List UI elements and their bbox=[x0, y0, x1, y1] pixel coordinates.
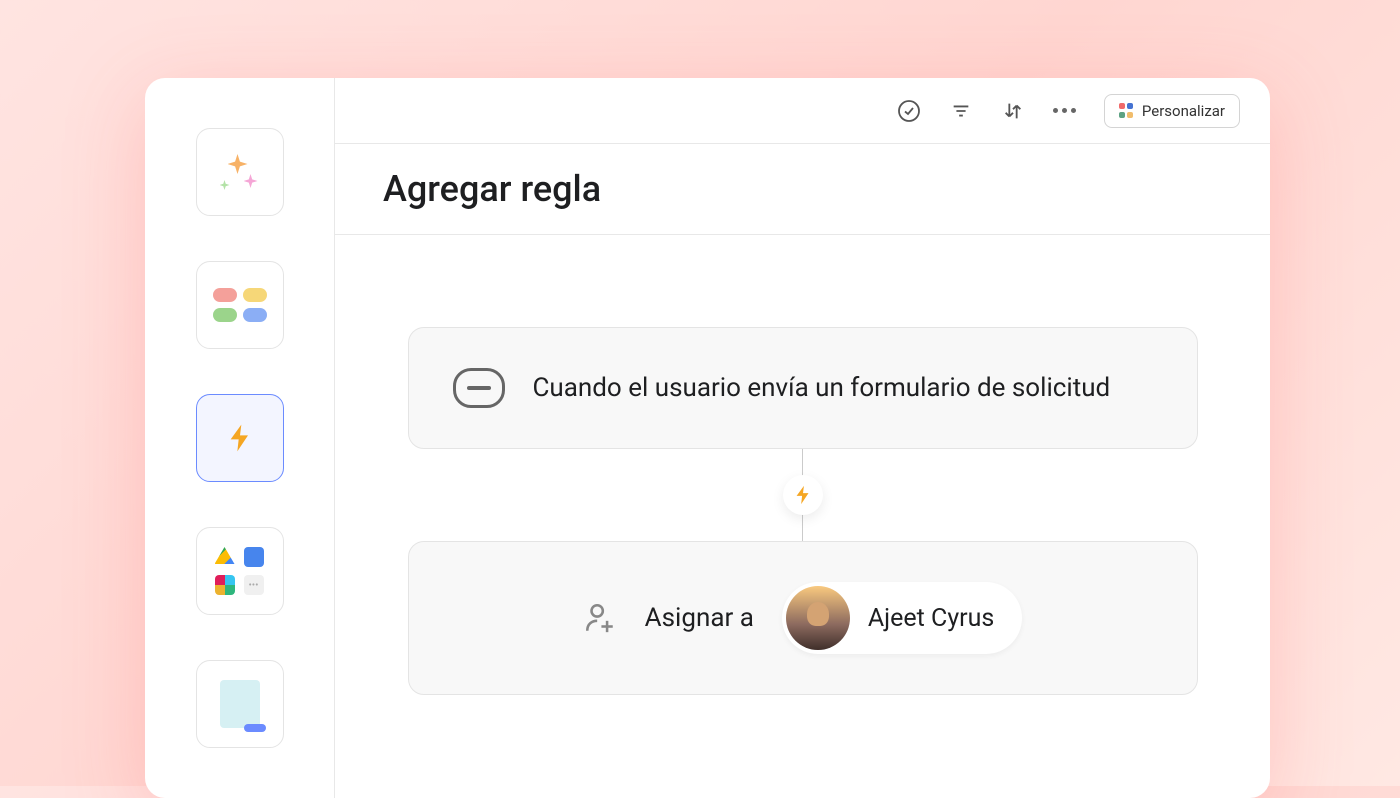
assignee-chip[interactable]: Ajeet Cyrus bbox=[782, 582, 1022, 654]
sidebar-item-templates[interactable] bbox=[196, 660, 284, 748]
rule-canvas: Cuando el usuario envía un formulario de… bbox=[335, 235, 1270, 798]
more-options-icon[interactable] bbox=[1052, 98, 1078, 124]
document-icon bbox=[220, 680, 260, 728]
form-icon bbox=[453, 368, 505, 408]
customize-label: Personalizar bbox=[1142, 102, 1225, 120]
left-sidebar: ••• bbox=[145, 78, 335, 798]
page-header: Agregar regla bbox=[335, 144, 1270, 235]
trigger-card[interactable]: Cuando el usuario envía un formulario de… bbox=[408, 327, 1198, 449]
sidebar-item-rules[interactable] bbox=[196, 394, 284, 482]
connector bbox=[802, 449, 803, 541]
top-toolbar: Personalizar bbox=[335, 78, 1270, 144]
sparkles-icon bbox=[218, 150, 262, 194]
sidebar-item-ai[interactable] bbox=[196, 128, 284, 216]
check-circle-icon[interactable] bbox=[896, 98, 922, 124]
assign-person-icon bbox=[583, 601, 617, 635]
main-panel: Personalizar Agregar regla Cuando el usu… bbox=[335, 78, 1270, 798]
bolt-icon bbox=[224, 422, 256, 454]
assignee-name: Ajeet Cyrus bbox=[868, 604, 994, 633]
connector-bolt-icon bbox=[783, 475, 823, 515]
page-title: Agregar regla bbox=[383, 168, 1222, 210]
sidebar-item-fields[interactable] bbox=[196, 261, 284, 349]
filter-lines-icon[interactable] bbox=[948, 98, 974, 124]
customize-button[interactable]: Personalizar bbox=[1104, 94, 1240, 128]
action-label: Asignar a bbox=[645, 603, 754, 633]
sort-arrows-icon[interactable] bbox=[1000, 98, 1026, 124]
app-integrations-icon: ••• bbox=[215, 547, 265, 595]
action-card[interactable]: Asignar a Ajeet Cyrus bbox=[408, 541, 1198, 695]
sidebar-item-apps[interactable]: ••• bbox=[196, 527, 284, 615]
trigger-text: Cuando el usuario envía un formulario de… bbox=[533, 373, 1111, 403]
assignee-avatar bbox=[786, 586, 850, 650]
color-pills-icon bbox=[213, 288, 267, 322]
app-window: ••• bbox=[145, 78, 1270, 798]
grid-color-icon bbox=[1119, 103, 1134, 118]
